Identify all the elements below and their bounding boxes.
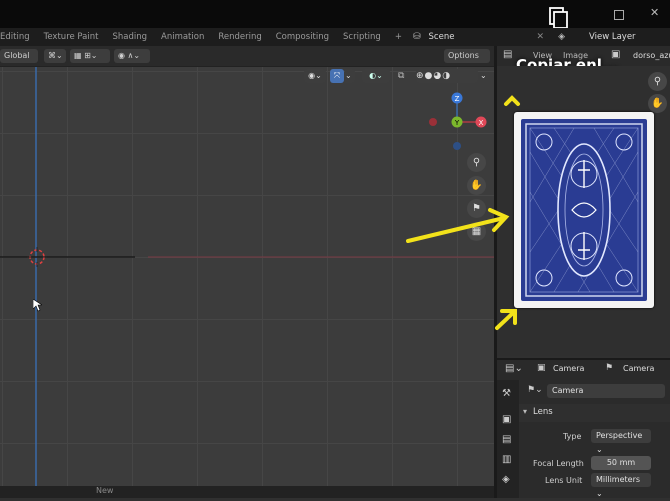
mouse-pointer-icon — [33, 299, 42, 312]
data-type-icon: ⚑⌄ — [527, 385, 543, 395]
tab-scripting[interactable]: Scripting — [336, 28, 388, 46]
properties-tabs: ⚒ ▣ ▤ ▥ ◈ — [497, 380, 519, 498]
tab-animation[interactable]: Animation — [154, 28, 211, 46]
tab-rendering[interactable]: Rendering — [211, 28, 268, 46]
lens-unit-label: Lens Unit — [545, 476, 583, 485]
orientation-dropdown[interactable]: Global ⌄ — [0, 49, 38, 74]
type-label: Type — [563, 432, 582, 441]
view-layer-selector[interactable]: View Layer — [589, 32, 636, 42]
window-close-icon[interactable]: ✕ — [650, 6, 659, 19]
proportional-edit-toggle[interactable]: ◉ ∧⌄ — [114, 49, 150, 63]
image-name-field[interactable]: dorso_azu — [633, 51, 670, 60]
options-dropdown[interactable]: Options ⌄ — [444, 49, 490, 74]
camera-data-icon: ⚑ — [605, 363, 614, 373]
tab-shading[interactable]: Shading — [105, 28, 154, 46]
lens-unit-dropdown[interactable]: Millimeters ⌄ — [591, 473, 651, 498]
camera-object-icon: ▣ — [537, 363, 546, 373]
scene-tab-icon[interactable]: ◈ — [502, 474, 510, 485]
focal-length-label: Focal Length — [533, 459, 584, 468]
window-restore-icon[interactable] — [614, 10, 624, 20]
annotation-arrows — [406, 95, 520, 330]
tool-tab-icon[interactable]: ⚒ — [502, 388, 511, 399]
pivot-dropdown[interactable]: ⌘⌄ — [44, 49, 66, 63]
focal-length-field[interactable]: 50 mm — [591, 456, 651, 470]
tab-compositing[interactable]: Compositing — [269, 28, 336, 46]
view-layer-tab-icon[interactable]: ▥ — [502, 454, 511, 465]
card-back-image — [514, 112, 654, 308]
properties-editor-icon[interactable]: ▤⌄ — [505, 363, 523, 374]
new-button[interactable]: New — [96, 486, 113, 495]
scene-icon: ⛁ — [412, 32, 421, 42]
3d-cursor-icon[interactable] — [27, 247, 47, 267]
scene-close-icon[interactable]: ✕ — [537, 32, 545, 42]
breadcrumb-data[interactable]: Camera — [623, 364, 654, 373]
editor-type-icon[interactable]: ▤ — [503, 49, 512, 60]
copy-icon[interactable] — [548, 6, 568, 30]
video-overlay-strip — [0, 0, 670, 28]
tab-texture-paint[interactable]: Texture Paint — [37, 28, 106, 46]
snap-toggle[interactable]: ▦ ⊞⌄ — [70, 49, 110, 63]
card-pattern — [521, 119, 647, 301]
add-workspace-button[interactable]: + — [388, 28, 409, 46]
viewport-footer: New — [0, 486, 494, 498]
properties-panel: ⚑⌄ Camera ▾ Lens Type Perspective ⌄ Foca… — [519, 380, 670, 498]
breadcrumb-object[interactable]: Camera — [553, 364, 584, 373]
scene-selector[interactable]: Scene — [429, 32, 529, 42]
render-tab-icon[interactable]: ▣ — [502, 414, 511, 425]
output-tab-icon[interactable]: ▤ — [502, 434, 511, 445]
workspace-tab-bar: Editing Texture Paint Shading Animation … — [0, 28, 670, 46]
lens-section-header[interactable]: ▾ Lens — [519, 404, 670, 422]
camera-data-field[interactable]: Camera — [547, 384, 665, 398]
view-layer-icon: ◈ — [558, 32, 565, 42]
properties-header: ▤⌄ ▣ Camera ⚑ Camera — [497, 358, 670, 380]
viewport-header: Global ⌄ ⌘⌄ ▦ ⊞⌄ ◉ ∧⌄ Options ⌄ — [0, 46, 494, 74]
type-dropdown[interactable]: Perspective ⌄ — [591, 429, 651, 454]
image-pan-icon[interactable]: ✋ — [648, 94, 667, 113]
image-zoom-icon[interactable]: ⚲ — [648, 72, 667, 91]
tab-editing[interactable]: Editing — [0, 28, 37, 46]
